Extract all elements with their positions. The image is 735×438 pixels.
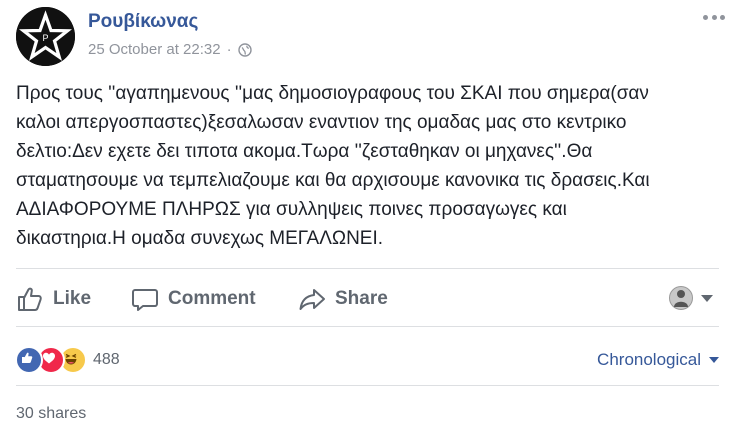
share-button[interactable]: Share <box>298 283 388 315</box>
divider-middle <box>16 326 719 327</box>
person-icon <box>674 290 688 307</box>
comment-button[interactable]: Comment <box>131 283 256 315</box>
share-label: Share <box>335 288 388 309</box>
divider-bottom <box>16 385 719 386</box>
shares-count-link[interactable]: 30 shares <box>16 405 86 423</box>
reaction-count: 488 <box>93 351 120 368</box>
globe-icon[interactable] <box>237 42 252 57</box>
divider-top <box>16 268 719 269</box>
page-name-link[interactable]: Ρουβίκωνας <box>88 11 198 33</box>
post-meta: 25 October at 22:32 · <box>88 41 252 58</box>
more-options-icon[interactable] <box>703 10 725 24</box>
post-timestamp[interactable]: 25 October at 22:32 <box>88 41 221 58</box>
meta-separator: · <box>226 41 232 58</box>
facebook-post: P Ρουβίκωνας 25 October at 22:32 · Προς … <box>0 0 735 438</box>
page-avatar[interactable]: P <box>16 7 75 66</box>
comment-label: Comment <box>168 288 256 309</box>
like-reaction-icon <box>15 346 43 374</box>
viewer-avatar <box>669 286 693 310</box>
chevron-down-icon <box>701 294 713 302</box>
star-logo-icon: P <box>16 7 75 66</box>
avatar-letter: P <box>42 33 48 43</box>
comment-sort-dropdown[interactable]: Chronological <box>597 350 719 370</box>
share-arrow-icon <box>299 289 325 310</box>
reactions-summary[interactable]: 488 <box>15 346 120 374</box>
like-label: Like <box>53 288 92 309</box>
post-as-selector[interactable] <box>669 286 713 310</box>
like-button[interactable]: Like <box>16 283 91 315</box>
speech-bubble-icon <box>132 289 158 311</box>
thumbs-up-icon <box>18 287 42 311</box>
post-text: Προς τους ''αγαπημενους ''μας δημοσιογρα… <box>16 83 650 249</box>
chevron-down-icon <box>709 357 719 363</box>
sort-label: Chronological <box>597 350 701 369</box>
